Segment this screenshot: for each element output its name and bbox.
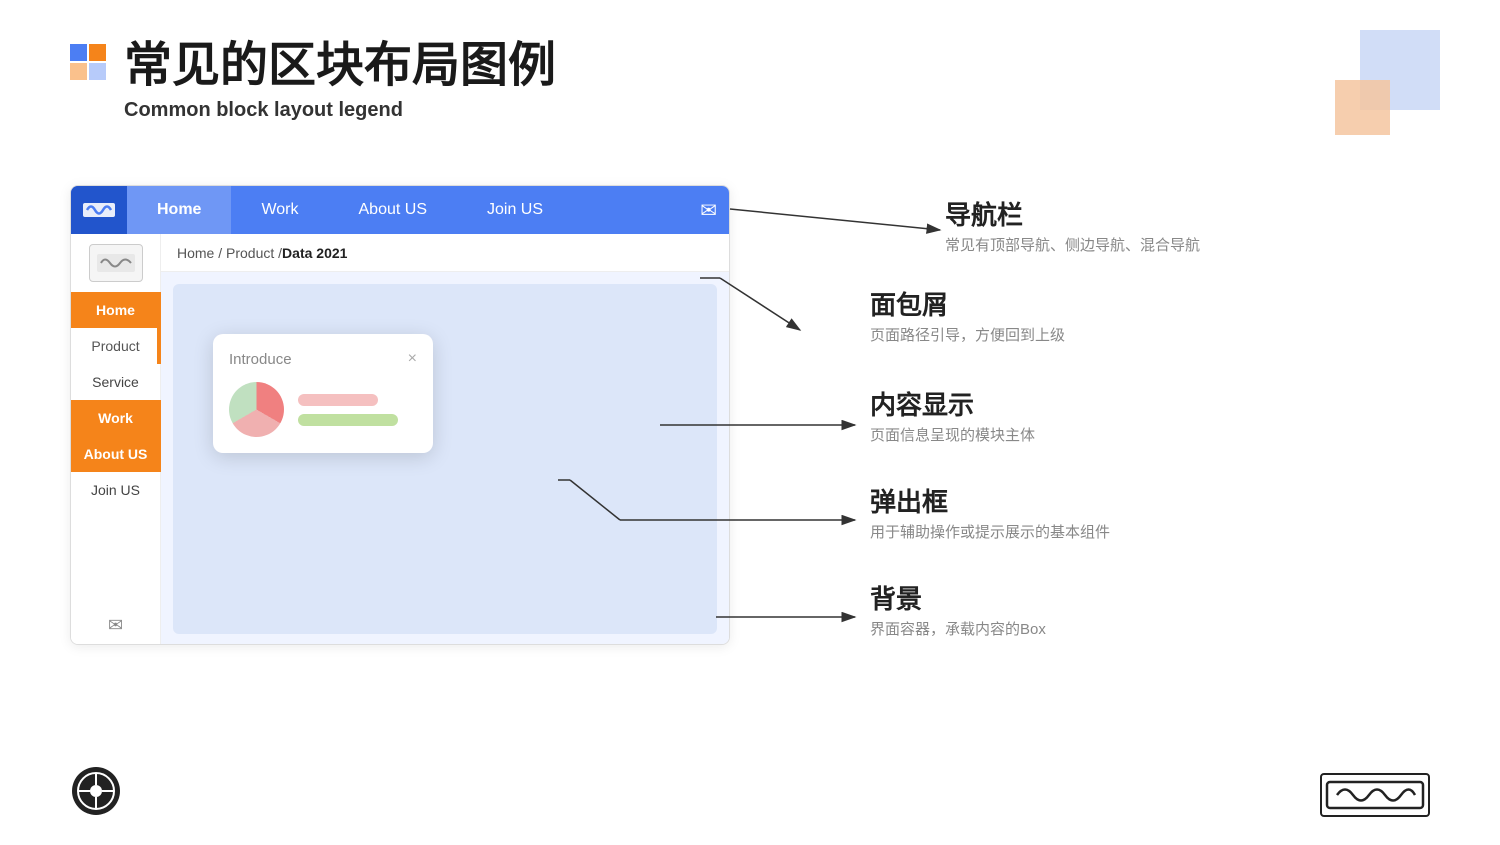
deco-squares: [1360, 30, 1440, 110]
annotation-content-zh: 内容显示: [870, 390, 1035, 421]
modal-line-1: [298, 394, 378, 406]
nav-email-icon[interactable]: ✉: [700, 198, 717, 223]
breadcrumb-bar: Home / Product / Data 2021: [161, 234, 729, 272]
annotation-content: 内容显示 页面信息呈现的模块主体: [870, 390, 1035, 448]
modal-chart-circle: [229, 382, 284, 437]
left-sidebar: Home Product Service Work About US Join …: [71, 234, 161, 645]
sidebar-item-product[interactable]: Product: [71, 328, 161, 364]
title-icon: [70, 44, 106, 80]
nav-item-home[interactable]: Home: [127, 186, 231, 234]
nav-items: Home Work About US Join US: [127, 186, 700, 234]
nav-item-aboutus[interactable]: About US: [329, 186, 457, 234]
sidebar-logo: [89, 244, 143, 282]
annotation-popup-en: 用于辅助操作或提示展示的基本组件: [870, 522, 1110, 545]
annotation-breadcrumb: 面包屑 页面路径引导，方便回到上级: [870, 290, 1065, 348]
deco-orange-square: [1335, 80, 1390, 135]
modal-lines: [298, 394, 398, 426]
modal-title: Introduce: [229, 351, 292, 368]
sidebar-item-home[interactable]: Home: [71, 292, 161, 328]
annotation-background: 背景 界面容器，承载内容的Box: [870, 584, 1046, 642]
browser-frame: Home Work About US Join US ✉ Home Produc: [70, 185, 730, 645]
bottom-logo-right: [1320, 773, 1430, 817]
sidebar-email-icon[interactable]: ✉: [108, 615, 123, 636]
sidebar-item-service[interactable]: Service: [71, 364, 161, 400]
sub-title: Common block layout legend: [124, 99, 556, 122]
annotation-navbar: 导航栏 常见有顶部导航、侧边导航、混合导航: [945, 200, 1200, 258]
bg-area: Introduce ×: [173, 284, 717, 634]
modal-header: Introduce ×: [229, 350, 417, 368]
breadcrumb-path: Home / Product /: [177, 245, 282, 261]
annotation-navbar-en: 常见有顶部导航、侧边导航、混合导航: [945, 235, 1200, 258]
annotation-background-en: 界面容器，承载内容的Box: [870, 619, 1046, 642]
diagram-wrapper: Home Work About US Join US ✉ Home Produc: [70, 185, 800, 655]
sidebar-item-joinus[interactable]: Join US: [71, 472, 161, 508]
sidebar-item-work[interactable]: Work: [71, 400, 161, 436]
annotation-background-zh: 背景: [870, 584, 1046, 615]
modal-popup: Introduce ×: [213, 334, 433, 453]
modal-body: [229, 382, 417, 437]
annotation-breadcrumb-en: 页面路径引导，方便回到上级: [870, 325, 1065, 348]
sidebar-item-aboutus[interactable]: About US: [71, 436, 161, 472]
modal-close-button[interactable]: ×: [408, 350, 417, 368]
bottom-logo-left: [70, 765, 122, 817]
annotation-popup: 弹出框 用于辅助操作或提示展示的基本组件: [870, 487, 1110, 545]
main-content: Home / Product / Data 2021 Introduce ×: [161, 234, 729, 645]
modal-line-2: [298, 414, 398, 426]
nav-logo: [71, 186, 127, 234]
nav-item-joinus[interactable]: Join US: [457, 186, 573, 234]
annotation-breadcrumb-zh: 面包屑: [870, 290, 1065, 321]
title-group: 常见的区块布局图例 Common block layout legend: [124, 40, 556, 122]
nav-item-work[interactable]: Work: [231, 186, 328, 234]
top-nav: Home Work About US Join US ✉: [71, 186, 729, 234]
annotation-navbar-zh: 导航栏: [945, 200, 1200, 231]
page-header: 常见的区块布局图例 Common block layout legend: [70, 40, 556, 122]
main-title: 常见的区块布局图例: [124, 40, 556, 93]
content-row: Home Product Service Work About US Join …: [71, 234, 729, 645]
annotation-content-en: 页面信息呈现的模块主体: [870, 425, 1035, 448]
annotation-popup-zh: 弹出框: [870, 487, 1110, 518]
breadcrumb-current: Data 2021: [282, 245, 347, 261]
